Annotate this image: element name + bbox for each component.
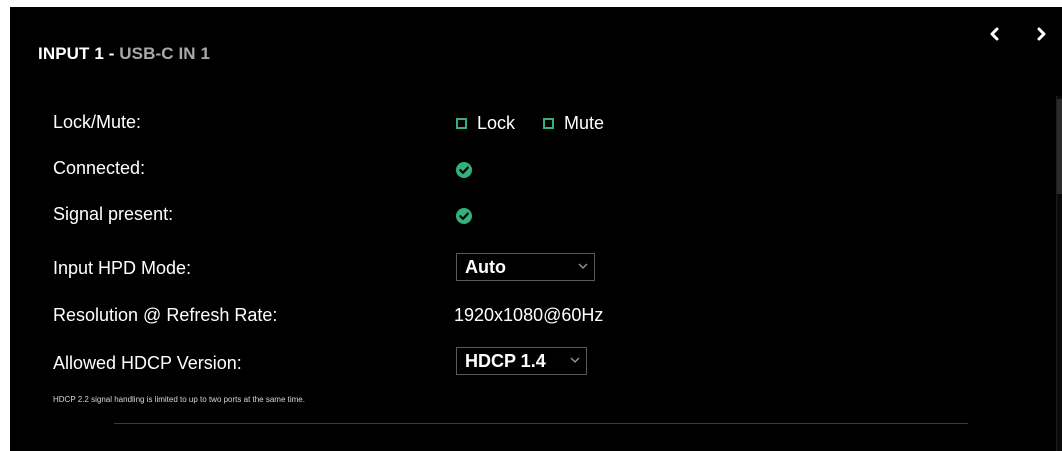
chevron-down-icon xyxy=(578,263,588,269)
resolution-value: 1920x1080@60Hz xyxy=(454,305,604,325)
chevron-right-icon xyxy=(1037,27,1046,41)
hdcp-version-select[interactable]: HDCP 1.4 xyxy=(456,347,587,375)
lock-mute-controls: Lock Mute xyxy=(456,113,604,134)
hdcp-version-label: Allowed HDCP Version: xyxy=(53,353,242,373)
mute-checkbox[interactable] xyxy=(543,118,555,129)
hpd-mode-select[interactable]: Auto xyxy=(456,253,595,281)
panel-title-port: USB-C IN 1 xyxy=(119,44,211,63)
lock-mute-label: Lock/Mute: xyxy=(53,112,142,132)
next-input-button[interactable] xyxy=(1029,21,1053,47)
connected-label: Connected: xyxy=(53,158,146,178)
hdcp-version-selected-value: HDCP 1.4 xyxy=(465,350,546,371)
resolution-label: Resolution @ Refresh Rate: xyxy=(53,305,278,325)
chevron-left-icon xyxy=(990,27,999,41)
connected-check-icon xyxy=(456,162,472,178)
mute-checkbox-group[interactable]: Mute xyxy=(543,113,604,134)
mute-checkbox-label[interactable]: Mute xyxy=(564,113,604,134)
panel-title-main: INPUT 1 - xyxy=(38,44,120,63)
signal-present-check-icon xyxy=(456,208,472,224)
signal-present-label: Signal present: xyxy=(53,204,174,224)
input-settings-panel: INPUT 1 - USB-C IN 1 Lock/Mute: Lock Mut… xyxy=(10,7,1062,451)
scrollbar-thumb[interactable] xyxy=(1057,99,1062,194)
lock-checkbox[interactable] xyxy=(456,118,467,129)
hdcp-note: HDCP 2.2 signal handling is limited to u… xyxy=(53,395,305,404)
panel-title: INPUT 1 - USB-C IN 1 xyxy=(38,44,210,64)
chevron-down-icon xyxy=(570,357,580,363)
lock-checkbox-label[interactable]: Lock xyxy=(477,113,515,134)
lock-checkbox-group[interactable]: Lock xyxy=(456,113,515,134)
hpd-mode-label: Input HPD Mode: xyxy=(53,258,192,278)
hpd-mode-selected-value: Auto xyxy=(465,256,506,277)
previous-input-button[interactable] xyxy=(983,21,1007,47)
section-divider xyxy=(114,423,968,424)
